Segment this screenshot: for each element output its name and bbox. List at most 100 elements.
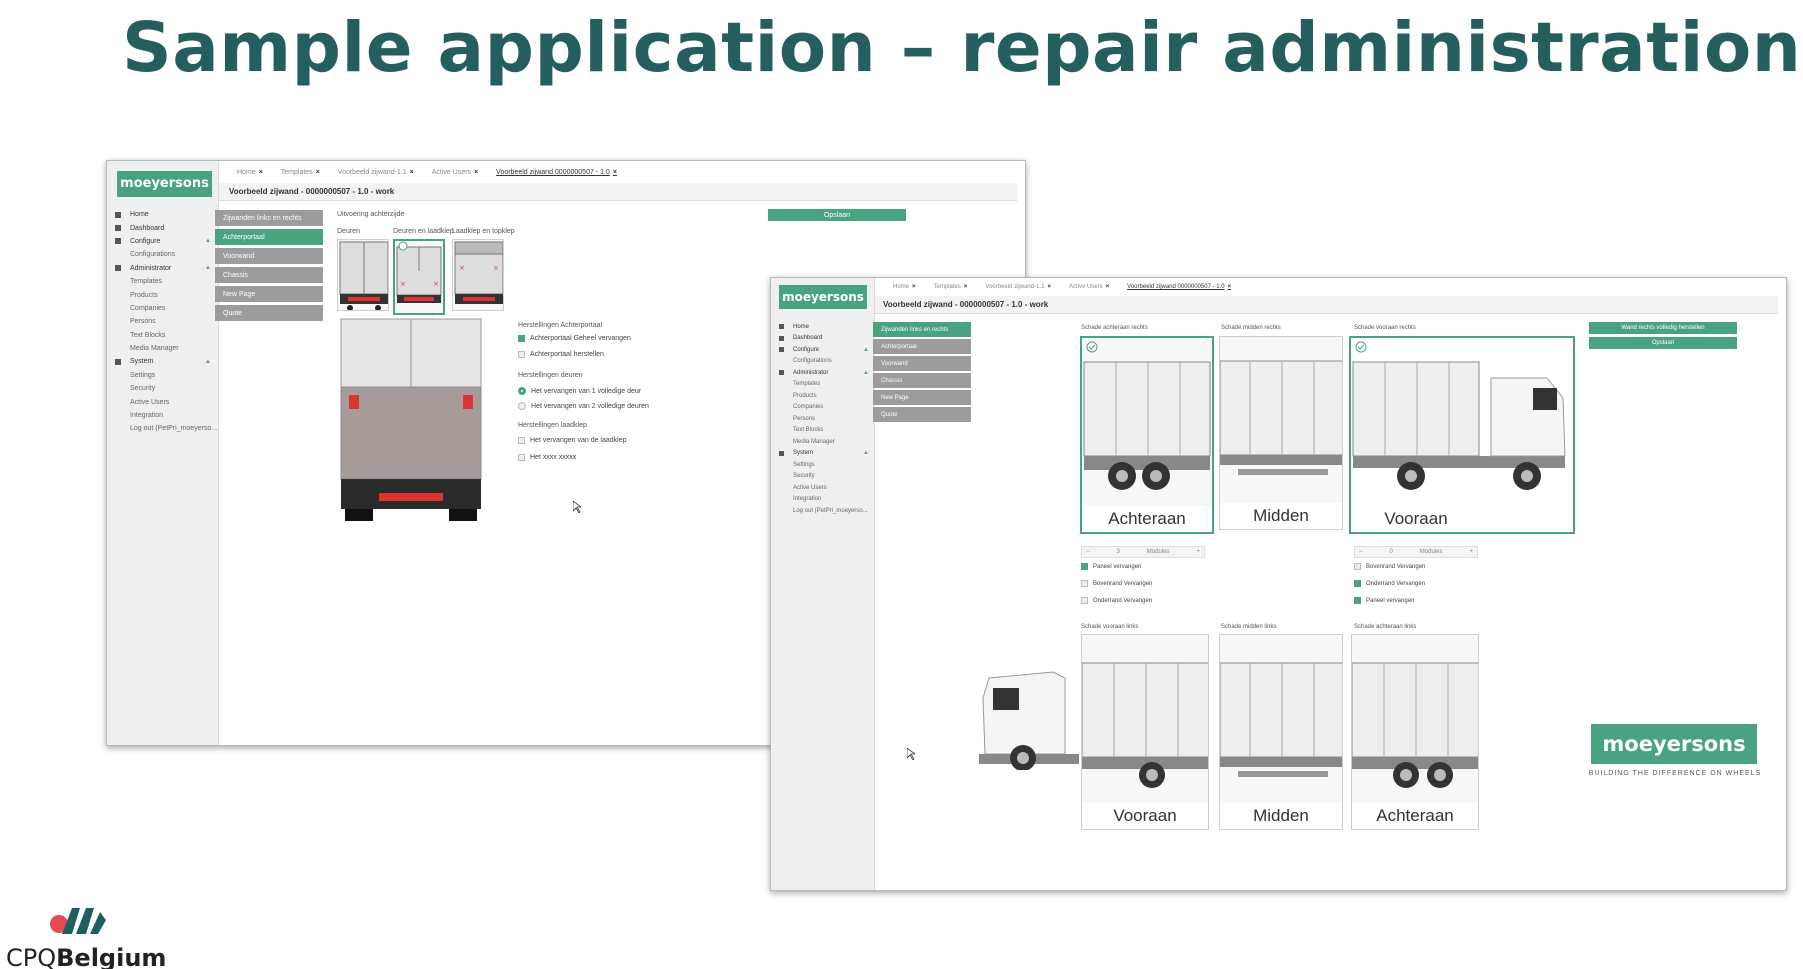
panel-right-front[interactable]: Vooraan: [1349, 336, 1575, 534]
chevron-up-icon[interactable]: ▲: [863, 347, 869, 353]
radio[interactable]: [518, 387, 526, 395]
tab[interactable]: Voorbeeld zijwand 0000000507 - 1.0 ×: [1127, 284, 1231, 290]
step-quote[interactable]: Quote: [873, 407, 971, 422]
step-achterportaal[interactable]: Achterportaal: [215, 229, 323, 245]
sidebar-item[interactable]: Companies: [779, 402, 869, 414]
checkbox[interactable]: [1081, 563, 1088, 570]
panel-left-rear[interactable]: Achteraan: [1351, 634, 1479, 830]
portal-replace-option[interactable]: Achterportaal Geheel vervangen: [518, 335, 631, 342]
sidebar-item[interactable]: Security: [779, 471, 869, 483]
chevron-up-icon[interactable]: ▲: [863, 370, 869, 376]
app-logo[interactable]: moeyersons: [117, 171, 212, 197]
chevron-up-icon[interactable]: ▲: [205, 238, 211, 244]
checkbox[interactable]: [518, 335, 525, 342]
step-achterportaal[interactable]: Achterportaal: [873, 339, 971, 354]
panel-right-middle[interactable]: Midden: [1219, 336, 1343, 530]
tab[interactable]: Voorbeeld zijwand-1.1 ×: [985, 284, 1051, 290]
sidebar-item[interactable]: Templates: [115, 275, 211, 288]
door-one-option[interactable]: Het vervangen van 1 volledige deur: [518, 387, 641, 395]
checkbox[interactable]: [518, 454, 525, 461]
checkbox[interactable]: [1081, 597, 1088, 604]
tab[interactable]: Templates ×: [281, 169, 320, 176]
close-icon[interactable]: ×: [613, 169, 617, 176]
step-new-page[interactable]: New Page: [215, 286, 323, 302]
sidebar-item[interactable]: Active Users: [115, 395, 211, 408]
checkbox[interactable]: [1354, 597, 1361, 604]
close-icon[interactable]: ×: [410, 169, 414, 176]
sidebar-item[interactable]: Settings: [779, 459, 869, 471]
minus-icon[interactable]: −: [1359, 549, 1363, 555]
module-stepper-left[interactable]: − 3 Modules +: [1081, 546, 1205, 558]
sidebar-item[interactable]: Integration: [779, 494, 869, 506]
sidebar-item[interactable]: Configure ▲: [115, 235, 211, 248]
chevron-up-icon[interactable]: ▲: [863, 450, 869, 456]
option-doors-card[interactable]: [337, 239, 389, 311]
tab[interactable]: Home ×: [237, 169, 263, 176]
option-liftgate-topgate-card[interactable]: × ×: [452, 239, 504, 311]
step-chassis[interactable]: Chassis: [873, 373, 971, 388]
checkbox[interactable]: [1354, 563, 1361, 570]
option-doors-liftgate-card[interactable]: × ×: [393, 239, 445, 315]
sidebar-item[interactable]: Active Users: [779, 482, 869, 494]
reset-wall-button[interactable]: Wand rechts volledig herstellen: [1589, 322, 1737, 334]
right-check-option[interactable]: Paneel vervangen: [1354, 597, 1414, 604]
door-two-option[interactable]: Het vervangen van 2 volledige deuren: [518, 402, 649, 410]
sidebar-item[interactable]: Dashboard: [779, 333, 869, 345]
sidebar-item[interactable]: Configure ▲: [779, 344, 869, 356]
lift-replace-option[interactable]: Het vervangen van de laadklep: [518, 437, 627, 444]
checkbox[interactable]: [518, 351, 525, 358]
sidebar-item[interactable]: Text Blocks: [779, 425, 869, 437]
sidebar-item[interactable]: Log out (PetPri_moeyerso...: [779, 505, 869, 517]
close-icon[interactable]: ×: [964, 284, 968, 290]
left-check-option[interactable]: Paneel vervangen: [1081, 563, 1141, 570]
plus-icon[interactable]: +: [1469, 549, 1473, 555]
save-button[interactable]: Opslaan: [1589, 337, 1737, 349]
app-logo[interactable]: moeyersons: [779, 285, 867, 309]
sidebar-item[interactable]: Persons: [115, 315, 211, 328]
close-icon[interactable]: ×: [1228, 284, 1232, 290]
panel-right-rear[interactable]: Achteraan: [1080, 336, 1214, 534]
panel-left-front[interactable]: Vooraan: [1081, 634, 1209, 830]
module-stepper-right[interactable]: − 0 Modules +: [1354, 546, 1478, 558]
close-icon[interactable]: ×: [912, 284, 916, 290]
plus-icon[interactable]: +: [1196, 549, 1200, 555]
sidebar-item[interactable]: Home: [115, 208, 211, 221]
step-voorwand[interactable]: Voorwand: [215, 248, 323, 264]
sidebar-item[interactable]: Log out (PetPri_moeyerso...: [115, 422, 217, 435]
minus-icon[interactable]: −: [1086, 549, 1090, 555]
sidebar-item[interactable]: Administrator ▲: [779, 367, 869, 379]
lift-other-option[interactable]: Het xxxx xxxxx: [518, 454, 576, 461]
sidebar-item[interactable]: Media Manager: [115, 342, 211, 355]
step-quote[interactable]: Quote: [215, 305, 323, 321]
left-check-option[interactable]: Onderrand Vervangen: [1081, 597, 1152, 604]
sidebar-item[interactable]: Persons: [779, 413, 869, 425]
sidebar-item[interactable]: Media Manager: [779, 436, 869, 448]
step-zijwanden-links-en-rechts[interactable]: Zijwanden links en rechts: [873, 322, 971, 337]
sidebar-item[interactable]: Security: [115, 382, 211, 395]
checkbox[interactable]: [518, 437, 525, 444]
sidebar-item[interactable]: Templates: [779, 379, 869, 391]
radio[interactable]: [518, 402, 526, 410]
sidebar-item[interactable]: Home: [779, 321, 869, 333]
chevron-up-icon[interactable]: ▲: [205, 265, 211, 271]
left-check-option[interactable]: Bovenrand Vervangen: [1081, 580, 1152, 587]
sidebar-item[interactable]: Companies: [115, 302, 211, 315]
step-voorwand[interactable]: Voorwand: [873, 356, 971, 371]
close-icon[interactable]: ×: [316, 169, 320, 176]
sidebar-item[interactable]: System ▲: [779, 448, 869, 460]
sidebar-item[interactable]: System ▲: [115, 355, 211, 368]
sidebar-item[interactable]: Configurations: [115, 248, 211, 261]
tab[interactable]: Active Users ×: [1069, 284, 1109, 290]
portal-repair-option[interactable]: Achterportaal herstellen: [518, 351, 604, 358]
sidebar-item[interactable]: Dashboard: [115, 221, 211, 234]
sidebar-item[interactable]: Products: [779, 390, 869, 402]
save-button[interactable]: Opslaan: [768, 209, 906, 221]
step-chassis[interactable]: Chassis: [215, 267, 323, 283]
sidebar-item[interactable]: Configurations: [779, 356, 869, 368]
sidebar-item[interactable]: Settings: [115, 369, 211, 382]
checkbox[interactable]: [1081, 580, 1088, 587]
right-check-option[interactable]: Bovenrand Vervangen: [1354, 563, 1425, 570]
sidebar-item[interactable]: Text Blocks: [115, 329, 211, 342]
tab[interactable]: Voorbeeld zijwand 0000000507 - 1.0 ×: [496, 169, 617, 176]
tab[interactable]: Templates ×: [934, 284, 968, 290]
